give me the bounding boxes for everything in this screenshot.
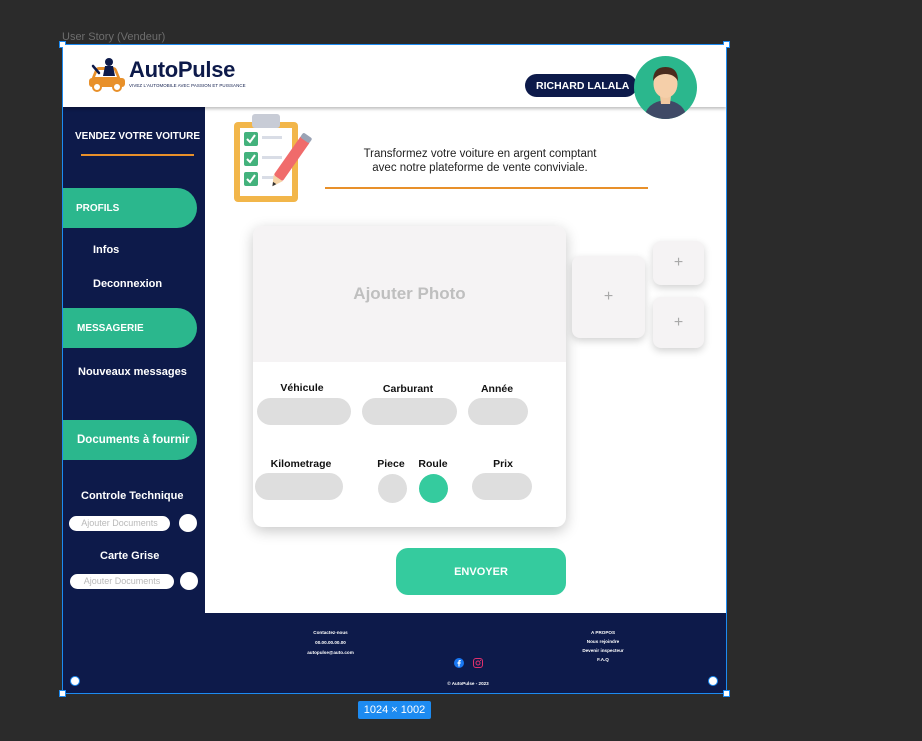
- roule-label: Roule: [418, 458, 448, 470]
- footer-link-nous-rejoindre[interactable]: Nous rejoindre: [568, 639, 638, 644]
- annee-input[interactable]: [468, 398, 528, 425]
- controle-technique-label: Controle Technique: [81, 490, 184, 502]
- frame-size-badge: 1024 × 1002: [358, 701, 431, 719]
- sidebar-item-label: MESSAGERIE: [77, 322, 144, 334]
- prix-input[interactable]: [472, 473, 532, 500]
- vehicule-label: Véhicule: [280, 382, 324, 394]
- sidebar-divider: [81, 154, 194, 156]
- avatar[interactable]: [634, 56, 697, 119]
- controle-technique-upload-row: Ajouter Documents: [69, 514, 197, 532]
- upload-status-indicator[interactable]: [179, 514, 197, 532]
- brand-tagline: VIVEZ L'AUTOMOBILE AVEC PASSION ET PUISS…: [129, 83, 246, 88]
- kilometrage-input[interactable]: [255, 473, 343, 500]
- add-photo-thumbnail[interactable]: +: [653, 297, 704, 348]
- footer-link-devenir-inspecteur[interactable]: Devenir inspecteur: [568, 648, 638, 653]
- hero-divider: [325, 187, 648, 189]
- hero-tagline-line-2: avec notre plateforme de vente convivial…: [372, 162, 588, 174]
- user-story-frame[interactable]: AutoPulse VIVEZ L'AUTOMOBILE AVEC PASSIO…: [63, 45, 726, 693]
- vehicle-form-card: Ajouter Photo Véhicule Carburant Année K…: [253, 226, 566, 527]
- add-documents-button[interactable]: Ajouter Documents: [70, 573, 174, 589]
- facebook-icon[interactable]: [454, 655, 464, 673]
- header: AutoPulse VIVEZ L'AUTOMOBILE AVEC PASSIO…: [63, 45, 726, 119]
- add-photo-thumbnail[interactable]: +: [653, 241, 704, 285]
- footer-contact-title: Contactez-nous: [313, 630, 348, 635]
- carte-grise-label: Carte Grise: [100, 550, 160, 562]
- prix-label: Prix: [493, 458, 513, 470]
- carburant-input[interactable]: [362, 398, 457, 425]
- logo-car-icon: [87, 56, 127, 97]
- sidebar-item-nouveaux-messages[interactable]: Nouveaux messages: [78, 366, 187, 378]
- instagram-icon[interactable]: [473, 655, 483, 673]
- vehicule-input[interactable]: [257, 398, 351, 425]
- sidebar-item-infos[interactable]: Infos: [93, 244, 119, 256]
- sidebar-title: VENDEZ VOTRE VOITURE: [75, 131, 201, 142]
- user-name-badge[interactable]: RICHARD LALALA: [525, 74, 637, 97]
- plus-icon: +: [673, 313, 684, 331]
- plus-icon: +: [673, 254, 684, 271]
- plus-icon: +: [603, 288, 614, 305]
- piece-label: Piece: [377, 458, 405, 470]
- annee-label: Année: [480, 383, 514, 395]
- sidebar-item-profils[interactable]: PROFILS: [63, 188, 197, 228]
- resize-handle-bottom-left[interactable]: [59, 690, 66, 697]
- clipboard-checklist-icon: [232, 112, 314, 209]
- piece-toggle[interactable]: [378, 474, 407, 503]
- add-photo-thumbnail[interactable]: +: [572, 256, 645, 338]
- brand-name[interactable]: AutoPulse: [129, 57, 235, 83]
- frame-label[interactable]: User Story (Vendeur): [62, 31, 165, 43]
- sidebar-item-deconnexion[interactable]: Deconnexion: [93, 278, 162, 290]
- footer-phone[interactable]: 00.00.00.00.00: [293, 640, 368, 645]
- sidebar: VENDEZ VOTRE VOITURE PROFILS Infos Decon…: [63, 107, 205, 613]
- send-button[interactable]: ENVOYER: [396, 548, 566, 595]
- upload-status-indicator[interactable]: [180, 572, 198, 590]
- sidebar-item-messagerie[interactable]: MESSAGERIE: [63, 308, 197, 348]
- footer-about-title: A PROPOS: [590, 630, 616, 635]
- roule-toggle[interactable]: [419, 474, 448, 503]
- resize-handle-bottom-right[interactable]: [723, 690, 730, 697]
- kilometrage-label: Kilometrage: [270, 458, 332, 470]
- carte-grise-upload-row: Ajouter Documents: [70, 572, 198, 590]
- footer: Contactez-nous 00.00.00.00.00 autopulse@…: [63, 613, 726, 693]
- hero-tagline-line-1: Transformez votre voiture en argent comp…: [363, 148, 597, 160]
- footer-copyright: © AutoPulse - 2023: [447, 681, 489, 686]
- carburant-label: Carburant: [382, 383, 434, 395]
- hero-tagline: Transformez votre voiture en argent comp…: [325, 147, 635, 175]
- sidebar-item-label: Documents à fournir: [77, 434, 190, 446]
- sidebar-item-label: PROFILS: [76, 202, 120, 214]
- footer-link-faq[interactable]: F.A.Q: [568, 657, 638, 662]
- add-photo-label: Ajouter Photo: [353, 284, 466, 303]
- rotate-handle-bottom-left[interactable]: [70, 676, 80, 686]
- add-photo-dropzone[interactable]: Ajouter Photo: [253, 226, 566, 362]
- footer-email[interactable]: autopulse@auto.com: [293, 650, 368, 655]
- sidebar-item-documents[interactable]: Documents à fournir: [63, 420, 197, 460]
- rotate-handle-bottom-right[interactable]: [708, 676, 718, 686]
- add-documents-button[interactable]: Ajouter Documents: [69, 515, 170, 531]
